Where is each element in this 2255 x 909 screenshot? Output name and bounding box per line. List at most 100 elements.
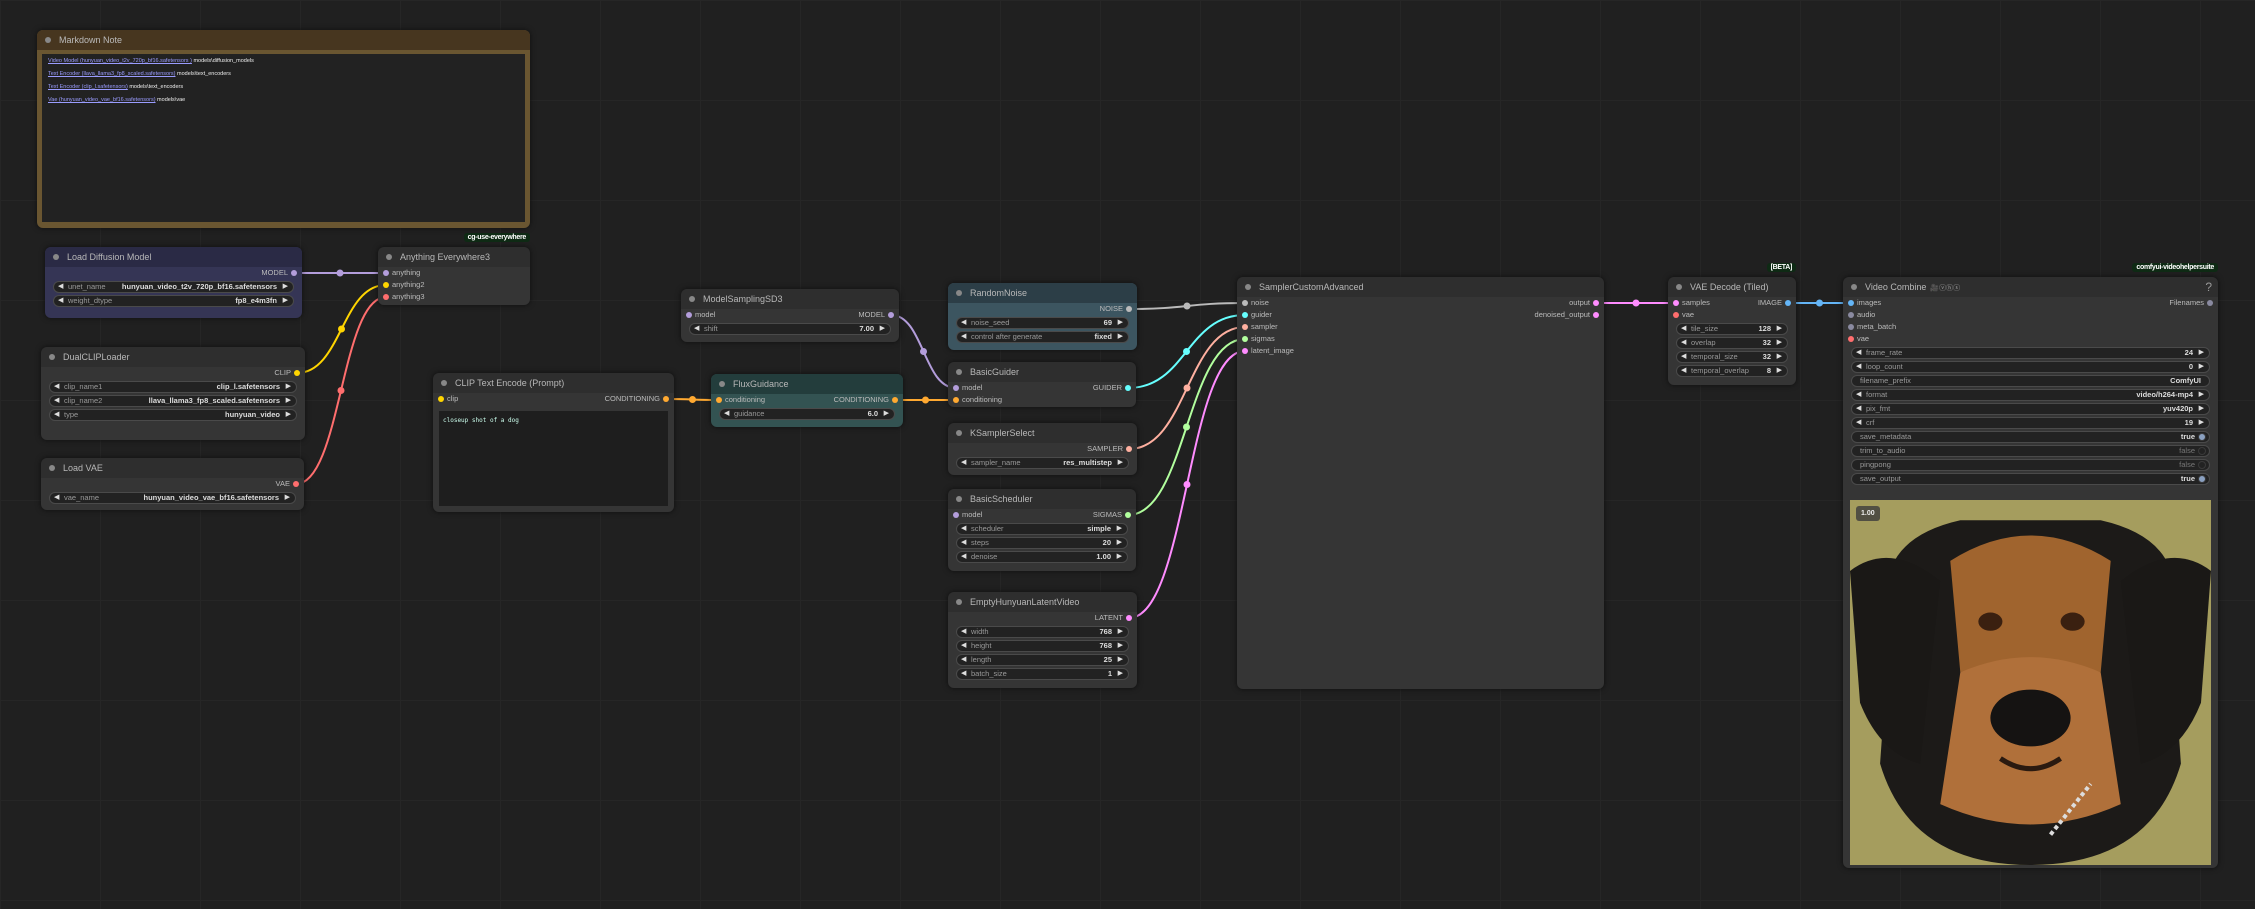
link-midpoint-handle[interactable] (1183, 302, 1191, 310)
node-randomnoise[interactable]: RandomNoise NOISE ◀ noise_seed 69 ▶ ◀ control a… (948, 283, 1137, 350)
decrement-arrow-icon[interactable]: ◀ (54, 410, 59, 420)
widget-trim-to-audio[interactable]: trim_to_audio false (1851, 445, 2210, 457)
widget-temporal-overlap[interactable]: ◀ temporal_overlap 8 ▶ (1676, 365, 1788, 377)
increment-arrow-icon[interactable]: ▶ (2199, 404, 2204, 414)
widget-steps[interactable]: ◀ steps 20 ▶ (956, 537, 1128, 549)
widget-save-metadata[interactable]: save_metadata true (1851, 431, 2210, 443)
output-slot-dot[interactable] (1593, 300, 1599, 306)
link-midpoint-handle[interactable] (1183, 423, 1190, 431)
increment-arrow-icon[interactable]: ▶ (1117, 538, 1122, 548)
collapse-dot-icon[interactable] (441, 380, 447, 386)
decrement-arrow-icon[interactable]: ◀ (961, 458, 966, 468)
node-title[interactable]: Markdown Note (37, 30, 530, 50)
input-slot-dot[interactable] (953, 512, 959, 518)
increment-arrow-icon[interactable]: ▶ (1118, 669, 1123, 679)
collapse-dot-icon[interactable] (956, 496, 962, 502)
connection-link[interactable] (1128, 350, 1246, 619)
collapse-dot-icon[interactable] (1245, 284, 1251, 290)
input-slot-dot[interactable] (716, 397, 722, 403)
input-slot-dot[interactable] (383, 282, 389, 288)
input-slot-dot[interactable] (1673, 300, 1679, 306)
decrement-arrow-icon[interactable]: ◀ (58, 296, 63, 306)
widget-control-after-generate[interactable]: ◀ control after generate fixed ▶ (956, 331, 1129, 343)
node-title[interactable]: Load VAE (41, 458, 304, 478)
output-slot-dot[interactable] (892, 397, 898, 403)
input-slot-dot[interactable] (1242, 324, 1248, 330)
node-title[interactable]: Video Combine 🎥ⓥⓗⓢ? (1843, 277, 2218, 297)
increment-arrow-icon[interactable]: ▶ (286, 396, 291, 406)
node-title[interactable]: VAE Decode (Tiled) (1668, 277, 1796, 297)
collapse-dot-icon[interactable] (1676, 284, 1682, 290)
increment-arrow-icon[interactable]: ▶ (2199, 390, 2204, 400)
help-icon[interactable]: ? (2205, 277, 2212, 297)
decrement-arrow-icon[interactable]: ◀ (961, 641, 966, 651)
model-download-link[interactable]: Vae (hunyuan_video_vae_bf16.safetensors) (48, 97, 156, 103)
widget-guidance[interactable]: ◀ guidance 6.0 ▶ (719, 408, 895, 420)
widget-height[interactable]: ◀ height 768 ▶ (956, 640, 1129, 652)
model-download-link[interactable]: Text Encoder (clip_l.safetensors) (48, 84, 128, 90)
link-midpoint-handle[interactable] (1816, 299, 1823, 307)
collapse-dot-icon[interactable] (386, 254, 392, 260)
decrement-arrow-icon[interactable]: ◀ (961, 332, 966, 342)
widget-crf[interactable]: ◀ crf 19 ▶ (1851, 417, 2210, 429)
decrement-arrow-icon[interactable]: ◀ (961, 318, 966, 328)
widget-shift[interactable]: ◀ shift 7.00 ▶ (689, 323, 891, 335)
widget-noise-seed[interactable]: ◀ noise_seed 69 ▶ (956, 317, 1129, 329)
output-slot-dot[interactable] (1126, 306, 1132, 312)
decrement-arrow-icon[interactable]: ◀ (1856, 348, 1861, 358)
collapse-dot-icon[interactable] (956, 599, 962, 605)
output-slot-dot[interactable] (2207, 300, 2213, 306)
widget-pix-fmt[interactable]: ◀ pix_fmt yuv420p ▶ (1851, 403, 2210, 415)
node-anything-everywhere3[interactable]: Anything Everywhere3 cg-use-everywhere any… (378, 233, 530, 305)
widget-overlap[interactable]: ◀ overlap 32 ▶ (1676, 337, 1788, 349)
increment-arrow-icon[interactable]: ▶ (1117, 552, 1122, 562)
collapse-dot-icon[interactable] (1851, 284, 1857, 290)
prompt-textarea[interactable]: closeup shot of a dog (439, 411, 668, 506)
input-slot-dot[interactable] (383, 270, 389, 276)
node-basicscheduler[interactable]: BasicScheduler model SIGMAS ◀ scheduler simpl… (948, 489, 1136, 571)
node-title[interactable]: Anything Everywhere3 (378, 247, 530, 267)
collapse-dot-icon[interactable] (956, 430, 962, 436)
widget-filename-prefix[interactable]: filename_prefix ComfyUI (1851, 375, 2210, 387)
widget-length[interactable]: ◀ length 25 ▶ (956, 654, 1129, 666)
widget-unet-name[interactable]: ◀ unet_name hunyuan_video_t2v_720p_bf16.sa… (53, 281, 294, 293)
decrement-arrow-icon[interactable]: ◀ (1856, 418, 1861, 428)
collapse-dot-icon[interactable] (49, 465, 55, 471)
widget-clip-name2[interactable]: ◀ clip_name2 llava_llama3_fp8_scaled.safet… (49, 395, 297, 407)
widget-vae-name[interactable]: ◀ vae_name hunyuan_video_vae_bf16.safetens… (49, 492, 296, 504)
widget-save-output[interactable]: save_output true (1851, 473, 2210, 485)
increment-arrow-icon[interactable]: ▶ (1118, 655, 1123, 665)
increment-arrow-icon[interactable]: ▶ (1118, 627, 1123, 637)
node-title[interactable]: RandomNoise (948, 283, 1137, 303)
toggle-knob[interactable] (2198, 461, 2206, 469)
increment-arrow-icon[interactable]: ▶ (1777, 352, 1782, 362)
collapse-dot-icon[interactable] (49, 354, 55, 360)
node-modelsamplingsd3[interactable]: ModelSamplingSD3 model MODEL ◀ shift 7.00 ▶ (681, 289, 899, 342)
increment-arrow-icon[interactable]: ▶ (285, 493, 290, 503)
node-dualcliploader[interactable]: DualCLIPLoader CLIP ◀ clip_name1 clip_l.safe… (41, 347, 305, 440)
widget-sampler-name[interactable]: ◀ sampler_name res_multistep ▶ (956, 457, 1129, 469)
link-midpoint-handle[interactable] (338, 325, 345, 333)
collapse-dot-icon[interactable] (956, 290, 962, 296)
increment-arrow-icon[interactable]: ▶ (1118, 318, 1123, 328)
input-slot-dot[interactable] (1848, 312, 1854, 318)
node-fluxguidance[interactable]: FluxGuidance conditioning CONDITIONING ◀ gui… (711, 374, 903, 427)
input-slot-dot[interactable] (953, 385, 959, 391)
collapse-dot-icon[interactable] (689, 296, 695, 302)
output-slot-dot[interactable] (1125, 385, 1131, 391)
decrement-arrow-icon[interactable]: ◀ (961, 524, 966, 534)
toggle-knob[interactable] (2198, 447, 2206, 455)
collapse-dot-icon[interactable] (719, 381, 725, 387)
toggle-knob[interactable] (2198, 475, 2206, 483)
output-slot-dot[interactable] (663, 396, 669, 402)
output-slot-dot[interactable] (1785, 300, 1791, 306)
link-midpoint-handle[interactable] (689, 396, 696, 403)
node-ksamplerselect[interactable]: KSamplerSelect SAMPLER ◀ sampler_name res_mu… (948, 423, 1137, 475)
widget-denoise[interactable]: ◀ denoise 1.00 ▶ (956, 551, 1128, 563)
video-preview[interactable]: 1.00 (1850, 500, 2211, 865)
increment-arrow-icon[interactable]: ▶ (1777, 324, 1782, 334)
input-slot-dot[interactable] (1242, 312, 1248, 318)
node-emptyhunyuanlatentvideo[interactable]: EmptyHunyuanLatentVideo LATENT ◀ width 768 ▶ ◀… (948, 592, 1137, 688)
widget-tile-size[interactable]: ◀ tile_size 128 ▶ (1676, 323, 1788, 335)
decrement-arrow-icon[interactable]: ◀ (961, 655, 966, 665)
